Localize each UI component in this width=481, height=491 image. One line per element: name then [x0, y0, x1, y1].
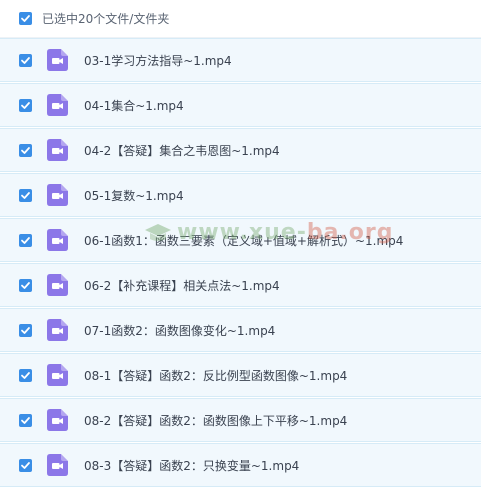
file-row[interactable]: 08-3【答疑】函数2：只换变量~1.mp4	[0, 443, 481, 487]
video-file-icon	[47, 229, 68, 251]
file-name[interactable]: 06-2【补充课程】相关点法~1.mp4	[84, 277, 280, 294]
checkmark-icon	[19, 53, 32, 67]
file-name[interactable]: 08-3【答疑】函数2：只换变量~1.mp4	[84, 457, 299, 474]
selection-header: 已选中20个文件/文件夹	[0, 0, 481, 38]
file-checkbox[interactable]	[19, 458, 32, 472]
video-file-icon	[47, 184, 68, 206]
checkmark-icon	[19, 323, 32, 337]
file-checkbox[interactable]	[19, 413, 32, 427]
checkmark-icon	[19, 413, 32, 427]
video-file-icon	[47, 49, 68, 71]
video-file-icon	[47, 409, 68, 431]
file-name[interactable]: 06-1函数1：函数三要素（定义域+值域+解析式）~1.mp4	[84, 232, 403, 249]
file-name[interactable]: 03-1学习方法指导~1.mp4	[84, 52, 232, 69]
file-row[interactable]: 04-1集合~1.mp4	[0, 83, 481, 127]
file-checkbox[interactable]	[19, 323, 32, 337]
video-file-icon	[47, 364, 68, 386]
video-file-icon	[47, 139, 68, 161]
file-row[interactable]: 06-1函数1：函数三要素（定义域+值域+解析式）~1.mp4	[0, 218, 481, 262]
file-name[interactable]: 04-2【答疑】集合之韦恩图~1.mp4	[84, 142, 280, 159]
file-checkbox[interactable]	[19, 53, 32, 67]
file-name[interactable]: 04-1集合~1.mp4	[84, 97, 184, 114]
file-row[interactable]: 03-1学习方法指导~1.mp4	[0, 38, 481, 82]
file-row[interactable]: 06-2【补充课程】相关点法~1.mp4	[0, 263, 481, 307]
file-name[interactable]: 05-1复数~1.mp4	[84, 187, 184, 204]
file-checkbox[interactable]	[19, 368, 32, 382]
video-file-icon	[47, 274, 68, 296]
file-row[interactable]: 08-1【答疑】函数2：反比例型函数图像~1.mp4	[0, 353, 481, 397]
file-row[interactable]: 08-2【答疑】函数2：函数图像上下平移~1.mp4	[0, 398, 481, 442]
file-checkbox[interactable]	[19, 143, 32, 157]
file-row[interactable]: 04-2【答疑】集合之韦恩图~1.mp4	[0, 128, 481, 172]
checkmark-icon	[19, 12, 32, 25]
file-name[interactable]: 08-2【答疑】函数2：函数图像上下平移~1.mp4	[84, 412, 347, 429]
file-checkbox[interactable]	[19, 233, 32, 247]
file-checkbox[interactable]	[19, 188, 32, 202]
selection-count-label: 已选中20个文件/文件夹	[42, 12, 170, 26]
file-name[interactable]: 07-1函数2：函数图像变化~1.mp4	[84, 322, 275, 339]
file-list: 03-1学习方法指导~1.mp4 04-1集合~1.mp4 04-2【答疑】集合之韦…	[0, 38, 481, 487]
file-name[interactable]: 08-1【答疑】函数2：反比例型函数图像~1.mp4	[84, 367, 347, 384]
file-checkbox[interactable]	[19, 278, 32, 292]
video-file-icon	[47, 454, 68, 476]
file-row[interactable]: 05-1复数~1.mp4	[0, 173, 481, 217]
checkmark-icon	[19, 98, 32, 112]
checkmark-icon	[19, 143, 32, 157]
checkmark-icon	[19, 458, 32, 472]
file-row[interactable]: 07-1函数2：函数图像变化~1.mp4	[0, 308, 481, 352]
file-selection-panel: 已选中20个文件/文件夹 03-1学习方法指导~1.mp4 04-1集合~1.mp…	[0, 0, 481, 491]
checkmark-icon	[19, 368, 32, 382]
checkmark-icon	[19, 278, 32, 292]
checkmark-icon	[19, 233, 32, 247]
file-checkbox[interactable]	[19, 98, 32, 112]
select-all-checkbox[interactable]	[19, 12, 32, 25]
video-file-icon	[47, 94, 68, 116]
checkmark-icon	[19, 188, 32, 202]
video-file-icon	[47, 319, 68, 341]
